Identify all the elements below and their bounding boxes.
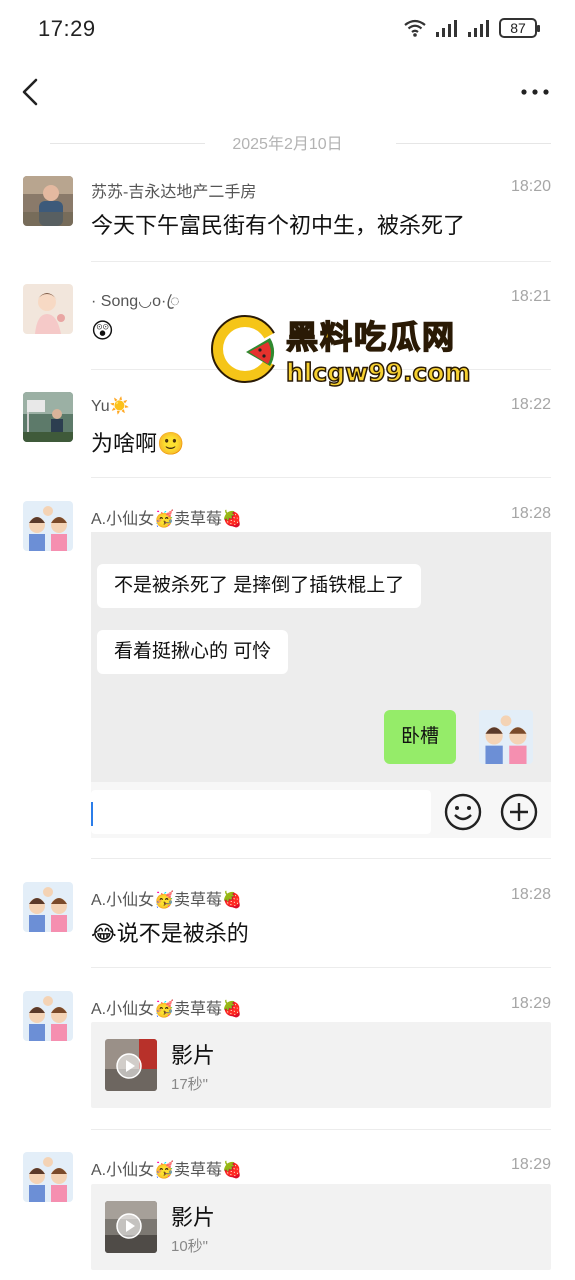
message-text[interactable]: 今天下午富民街有个初中生，被杀死了 [91,208,465,240]
avatar[interactable] [23,1152,73,1202]
divider [91,1129,551,1130]
message-time: 18:22 [510,396,551,413]
avatar[interactable] [23,176,73,226]
message-text[interactable]: 为啥啊🙂 [91,426,184,458]
sender-name: A.小仙女🥳卖草莓🍓 [91,1001,242,1018]
avatar[interactable] [479,710,533,764]
divider [91,477,551,478]
nav-bar [0,60,575,124]
message-item[interactable]: A.小仙女🥳卖草莓🍓 18:28 😂说不是被杀的 [0,878,575,968]
more-icon[interactable] [515,74,555,110]
status-icons: 87 [403,18,540,38]
video-duration: 17秒" [171,1076,209,1093]
message-text[interactable]: 😂说不是被杀的 [91,916,249,948]
video-title: 影片 [171,1043,216,1068]
reply-bubble[interactable]: 卧槽 [384,710,457,764]
battery-indicator: 87 [499,18,540,38]
message-time: 18:28 [510,505,551,522]
video-thumbnail[interactable] [105,1201,157,1253]
signal-icon [468,20,489,37]
wifi-icon [404,19,426,37]
sender-name: Yu☀️ [91,398,130,415]
text-caret [91,802,93,826]
watermark: 黑料吃瓜网 hlcgw99.com [208,312,498,392]
message-input[interactable] [91,790,431,834]
date-separator: 2025年2月10日 [0,130,575,156]
avatar[interactable] [23,991,73,1041]
message-time: 18:21 [510,288,551,305]
sender-name: A.小仙女🥳卖草莓🍓 [91,1162,242,1179]
video-card[interactable]: 影片 10秒" [91,1184,551,1270]
emoji-icon[interactable] [443,792,483,832]
divider [91,858,551,859]
message-time: 18:28 [510,886,551,903]
divider [91,261,551,262]
message-time: 18:20 [510,178,551,195]
sender-name: 苏苏-吉永达地产二手房 [91,184,257,201]
message-time: 18:29 [510,995,551,1012]
quoted-chat-card[interactable]: 不是被杀死了 是摔倒了插铁棍上了 看着挺揪心的 可怜 卧槽 [91,532,551,838]
message-text[interactable]: 😲 [91,318,114,344]
message-item[interactable]: Yu☀️ 18:22 为啥啊🙂 [0,388,575,478]
watermelon-logo-icon [211,315,281,383]
back-icon[interactable] [12,72,52,112]
status-bar: 17:29 87 [0,0,575,60]
sender-name: A.小仙女🥳卖草莓🍓 [91,892,242,909]
message-item[interactable]: 苏苏-吉永达地产二手房 18:20 今天下午富民街有个初中生，被杀死了 [0,172,575,262]
divider [91,967,551,968]
video-duration: 10秒" [171,1238,209,1255]
quoted-bubble[interactable]: 不是被杀死了 是摔倒了插铁棍上了 [97,564,422,608]
clock: 17:29 [38,16,96,41]
video-thumbnail[interactable] [105,1039,157,1091]
watermark-title: 黑料吃瓜网 [285,317,457,357]
avatar[interactable] [23,284,73,334]
signal-icon [436,20,457,37]
sender-name: A.小仙女🥳卖草莓🍓 [91,511,242,528]
video-title: 影片 [171,1205,216,1230]
plus-icon[interactable] [499,792,539,832]
avatar[interactable] [23,501,73,551]
message-time: 18:29 [510,1156,551,1173]
quoted-bubble[interactable]: 看着挺揪心的 可怜 [97,630,289,674]
video-card[interactable]: 影片 17秒" [91,1022,551,1108]
input-bar [91,782,551,838]
watermark-url: hlcgw99.com [285,357,471,388]
avatar[interactable] [23,392,73,442]
sender-name: · Song◡o·ꦿ [91,293,180,310]
avatar[interactable] [23,882,73,932]
